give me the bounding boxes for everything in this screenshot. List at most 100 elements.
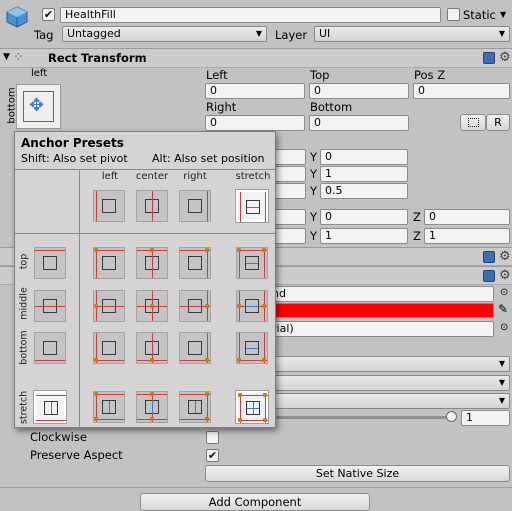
anchor-preset-bottom-right[interactable] bbox=[179, 332, 211, 364]
pivot-y-field[interactable]: 0.5 bbox=[320, 183, 408, 199]
gear-icon[interactable]: ⚙ bbox=[499, 250, 511, 263]
rotation-y-field[interactable]: 0 bbox=[320, 209, 408, 225]
preset-rect-icon bbox=[188, 341, 202, 355]
clockwise-checkbox[interactable] bbox=[206, 431, 219, 444]
layer-value: UI bbox=[319, 27, 331, 40]
fill-amount-slider[interactable] bbox=[276, 410, 457, 424]
set-native-size-button[interactable]: Set Native Size bbox=[205, 465, 510, 482]
anchor-preset-none-left[interactable] bbox=[93, 190, 125, 222]
left-field[interactable]: 0 bbox=[205, 83, 305, 99]
anchor-presets-button[interactable]: ✥ bbox=[16, 84, 61, 129]
shift-hint: Shift: Also set pivot bbox=[21, 152, 128, 165]
slider-thumb[interactable] bbox=[446, 411, 457, 422]
anchor-preset-bottom-stretch[interactable] bbox=[236, 332, 268, 364]
anchor-max-y-field[interactable]: 1 bbox=[320, 166, 408, 182]
rotation-y-label: Y bbox=[310, 210, 318, 224]
anchor-preset-middle-none[interactable] bbox=[34, 290, 66, 322]
anchor-dot bbox=[205, 248, 209, 252]
move-arrows-icon: ✥ bbox=[29, 95, 45, 116]
anchor-dot bbox=[238, 418, 242, 422]
stretch-h-arrow-icon bbox=[246, 306, 258, 307]
chevron-down-icon: ▼ bbox=[498, 29, 505, 38]
anchor-min-y-field[interactable]: 0 bbox=[320, 149, 408, 165]
anchor-dot bbox=[150, 304, 154, 308]
scale-y-field[interactable]: 1 bbox=[320, 228, 408, 244]
stretch-v-arrow-icon bbox=[195, 401, 196, 413]
add-component-button[interactable]: Add Component bbox=[140, 493, 370, 511]
anchor-preset-middle-center[interactable] bbox=[136, 290, 168, 322]
anchor-dot bbox=[150, 358, 154, 362]
anchor-preset-stretch-left[interactable] bbox=[93, 391, 125, 423]
anchor-preset-top-none[interactable] bbox=[34, 247, 66, 279]
anchor-line bbox=[96, 248, 97, 278]
anchor-line bbox=[239, 248, 240, 278]
right-field[interactable]: 0 bbox=[205, 115, 305, 131]
posz-field[interactable]: 0 bbox=[413, 83, 510, 99]
anchor-preset-stretch-center[interactable] bbox=[136, 391, 168, 423]
help-icon[interactable] bbox=[483, 251, 495, 263]
help-icon[interactable] bbox=[483, 52, 495, 64]
anchor-preset-middle-left[interactable] bbox=[93, 290, 125, 322]
top-field[interactable]: 0 bbox=[309, 83, 409, 99]
anchor-preset-top-right[interactable] bbox=[179, 247, 211, 279]
gear-icon[interactable]: ⚙ bbox=[499, 269, 511, 282]
anchor-line bbox=[94, 250, 124, 251]
anchor-preset-bottom-left[interactable] bbox=[93, 332, 125, 364]
help-icon[interactable] bbox=[483, 270, 495, 282]
object-picker-icon[interactable]: ⊙ bbox=[500, 287, 508, 298]
anchor-preset-middle-stretch[interactable] bbox=[236, 290, 268, 322]
gear-icon[interactable]: ⚙ bbox=[499, 51, 511, 64]
dotted-rect-icon bbox=[468, 118, 479, 127]
blueprint-button[interactable] bbox=[460, 114, 486, 131]
left-label: Left bbox=[206, 68, 228, 82]
stretch-h-arrow-icon bbox=[247, 207, 259, 208]
anchor-line bbox=[152, 191, 153, 221]
anchor-line bbox=[207, 248, 208, 278]
fill-amount-field[interactable]: 1 bbox=[461, 410, 510, 426]
layer-dropdown[interactable]: UI ▼ bbox=[314, 26, 510, 42]
preset-rect-icon bbox=[188, 199, 202, 213]
anchor-preset-top-left[interactable] bbox=[93, 247, 125, 279]
anchor-presets-title: Anchor Presets bbox=[21, 136, 124, 150]
object-picker-icon[interactable]: ⊙ bbox=[500, 322, 508, 333]
rotation-z-field[interactable]: 0 bbox=[424, 209, 510, 225]
preserve-aspect-checkbox[interactable]: ✔ bbox=[206, 449, 219, 462]
anchor-preset-none-stretch[interactable] bbox=[235, 189, 269, 223]
anchor-line bbox=[36, 420, 66, 421]
anchor-preset-top-center[interactable] bbox=[136, 247, 168, 279]
chevron-down-icon: ▼ bbox=[255, 29, 262, 38]
preset-rect-icon bbox=[102, 256, 116, 270]
raw-edit-button[interactable]: R bbox=[486, 114, 510, 131]
bottom-label: Bottom bbox=[310, 100, 353, 114]
anchor-preset-stretch-right[interactable] bbox=[179, 391, 211, 423]
object-name-field[interactable]: HealthFill bbox=[60, 7, 441, 23]
eyedropper-icon[interactable]: ✎ bbox=[498, 302, 508, 316]
anchor-preset-none-center[interactable] bbox=[136, 190, 168, 222]
scale-y-label: Y bbox=[310, 229, 318, 243]
anchor-line bbox=[96, 191, 97, 221]
anchor-preset-stretch-stretch[interactable] bbox=[235, 390, 269, 424]
anchor-preset-none-right[interactable] bbox=[179, 190, 211, 222]
tag-dropdown[interactable]: Untagged ▼ bbox=[62, 26, 267, 42]
anchor-line bbox=[35, 360, 65, 361]
static-checkbox[interactable] bbox=[447, 8, 460, 21]
anchor-preset-stretch-none[interactable] bbox=[33, 390, 67, 424]
anchor-preset-bottom-center[interactable] bbox=[136, 332, 168, 364]
foldout-icon[interactable]: ▼ bbox=[3, 52, 10, 62]
anchor-dot bbox=[94, 248, 98, 252]
anchor-dot bbox=[237, 304, 241, 308]
scale-z-field[interactable]: 1 bbox=[424, 228, 510, 244]
anchor-preset-bottom-none[interactable] bbox=[34, 332, 66, 364]
stretch-v-arrow-icon bbox=[253, 402, 254, 414]
anchor-line bbox=[264, 248, 265, 278]
anchor-preset-top-stretch[interactable] bbox=[236, 247, 268, 279]
anchor-dot bbox=[94, 392, 98, 396]
anchor-dot bbox=[205, 358, 209, 362]
active-checkbox[interactable]: ✔ bbox=[42, 8, 55, 21]
static-dropdown-arrow[interactable]: ▼ bbox=[500, 10, 506, 19]
stretch-h-arrow-icon bbox=[246, 263, 258, 264]
anchor-min-y-label: Y bbox=[310, 150, 318, 164]
bottom-field[interactable]: 0 bbox=[309, 115, 409, 131]
anchor-preset-middle-right[interactable] bbox=[179, 290, 211, 322]
right-label: Right bbox=[206, 100, 237, 114]
